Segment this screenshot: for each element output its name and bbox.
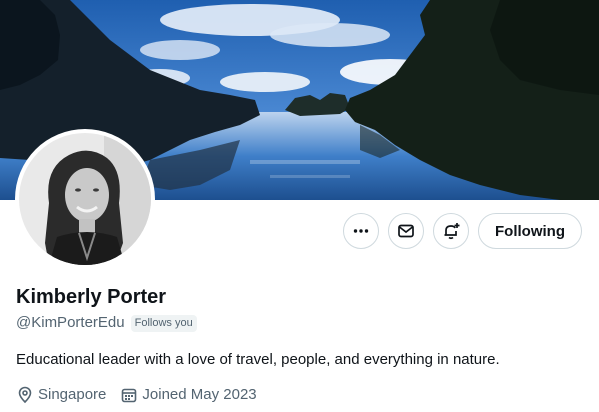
more-button[interactable] [343,213,379,249]
envelope-icon [398,224,414,238]
notifications-button[interactable] [433,213,469,249]
message-button[interactable] [388,213,424,249]
profile-actions: Following [343,213,582,249]
location-text: Singapore [38,386,107,403]
display-name: Kimberly Porter [16,286,167,308]
joined-text: Joined May 2023 [142,386,257,403]
profile-meta: Singapore Joined May 2023 [16,385,583,405]
profile-info: Kimberly Porter @KimPorterEdu Follows yo… [16,285,583,405]
joined-item: Joined May 2023 [120,385,257,405]
profile-bio: Educational leader with a love of travel… [16,351,500,368]
handle-row: @KimPorterEdu Follows you [16,313,583,333]
bell-plus-icon [444,223,460,240]
avatar-photo [19,133,151,265]
follows-you-badge: Follows you [130,314,197,332]
calendar-icon [122,388,137,403]
following-button[interactable]: Following [478,213,582,249]
more-horizontal-icon [353,229,369,233]
user-handle: @KimPorterEdu [16,314,125,331]
location-item: Singapore [16,385,106,405]
profile-avatar[interactable] [15,129,155,269]
profile-page: Following Kimberly Porter @KimPorterEdu … [0,0,599,412]
map-pin-icon [18,386,32,404]
